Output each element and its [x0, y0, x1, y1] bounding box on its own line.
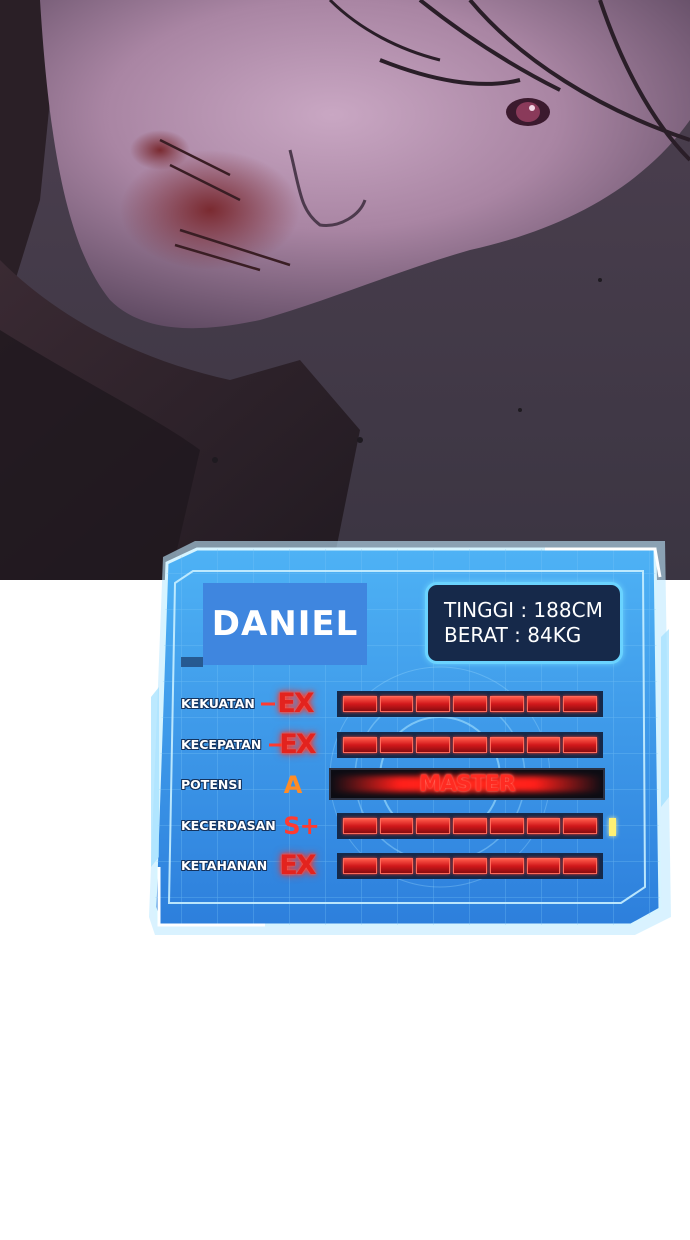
attribute-rank: EX [279, 729, 316, 760]
attribute-rank: S+ [283, 812, 319, 840]
attribute-rank: A [283, 771, 303, 799]
character-name-box: DANIEL [203, 583, 367, 665]
attribute-row-intelligence: KECERDASAN S+ [175, 811, 616, 841]
character-face-closeup [0, 0, 690, 580]
comic-panel-illustration [0, 0, 690, 580]
attribute-row-strength: KEKUATAN EX [175, 688, 615, 719]
attribute-bar-master: MASTER [329, 768, 605, 800]
attribute-label: KEKUATAN [181, 696, 255, 711]
attribute-row-endurance: KETAHANAN EX [175, 850, 615, 881]
character-status-window: DANIEL TINGGI : 188CM BERAT : 84KG KEKUA… [145, 537, 675, 937]
attribute-label: KECEPATAN [181, 737, 262, 752]
overflow-marker [609, 818, 616, 836]
attribute-bar [337, 732, 603, 758]
attribute-row-speed: KECEPATAN EX [175, 729, 615, 760]
attribute-label: KETAHANAN [181, 858, 268, 873]
attribute-rank: EX [279, 850, 316, 881]
attribute-label: POTENSI [181, 777, 242, 792]
character-name: DANIEL [211, 604, 359, 644]
body-stats-box: TINGGI : 188CM BERAT : 84KG [425, 582, 623, 664]
attribute-bar [337, 691, 603, 717]
height-stat: TINGGI : 188CM [444, 598, 603, 622]
attribute-rank: EX [277, 688, 314, 719]
master-label: MASTER [419, 771, 516, 797]
attribute-row-potential: POTENSI A MASTER [175, 768, 615, 800]
attribute-label: KECERDASAN [181, 818, 276, 833]
weight-stat: BERAT : 84KG [444, 623, 582, 647]
attribute-bar [337, 853, 603, 879]
attribute-bar [337, 813, 603, 839]
